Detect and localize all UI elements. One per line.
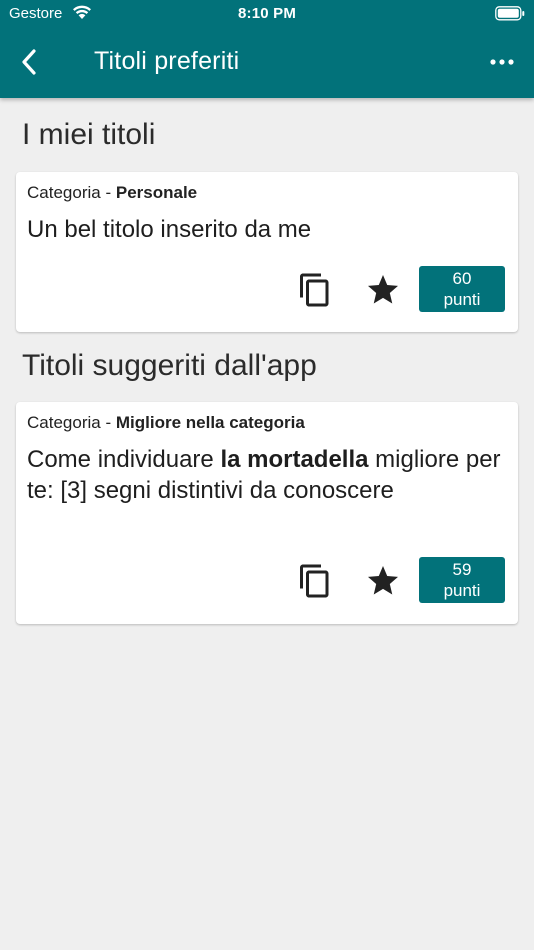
category-label: Categoria — [27, 183, 101, 202]
clock: 8:10 PM — [237, 5, 297, 22]
back-button[interactable] — [14, 44, 46, 80]
top-app-bar: Gestore 8:10 PM Titoli preferiti — [0, 0, 534, 98]
page-title: Titoli preferiti — [94, 47, 240, 75]
copy-button[interactable] — [297, 563, 333, 599]
category-separator: - — [105, 183, 112, 202]
score-unit: punti — [443, 290, 481, 309]
status-bar: Gestore 8:10 PM — [0, 0, 534, 28]
category-label: Categoria — [27, 413, 101, 432]
copy-icon — [300, 273, 329, 307]
title-text-highlight: la mortadella — [220, 446, 369, 473]
score-value: 59 — [452, 560, 472, 579]
copy-button[interactable] — [297, 272, 333, 308]
star-icon — [368, 275, 398, 304]
card-title-text: Un bel titolo inserito da me — [27, 216, 312, 243]
category-separator: - — [105, 413, 112, 432]
title-card: Categoria - Migliore nella categoria Com… — [16, 402, 518, 624]
score-value: 60 — [452, 269, 472, 288]
favorite-star-button[interactable] — [365, 563, 401, 599]
category-value: Personale — [115, 183, 198, 202]
title-card: Categoria - Personale Un bel titolo inse… — [16, 172, 518, 332]
battery-icon — [495, 6, 525, 21]
star-icon — [368, 566, 398, 595]
section-title-my-titles: I miei titoli — [22, 118, 156, 151]
copy-icon — [300, 564, 329, 598]
category-value: Migliore nella categoria — [115, 413, 305, 432]
favorite-star-button[interactable] — [365, 272, 401, 308]
card-category: Categoria - Personale — [27, 183, 197, 203]
score-button[interactable]: 60 punti — [419, 266, 505, 312]
score-unit: punti — [443, 581, 481, 600]
card-category: Categoria - Migliore nella categoria — [27, 413, 305, 433]
section-title-suggested: Titoli suggeriti dall'app — [22, 349, 317, 382]
card-title-text: Come individuare la mortadella migliore … — [27, 444, 507, 506]
score-button[interactable]: 59 punti — [419, 557, 505, 603]
title-text-start: Come individuare — [27, 446, 221, 473]
more-options-button[interactable] — [488, 52, 516, 72]
